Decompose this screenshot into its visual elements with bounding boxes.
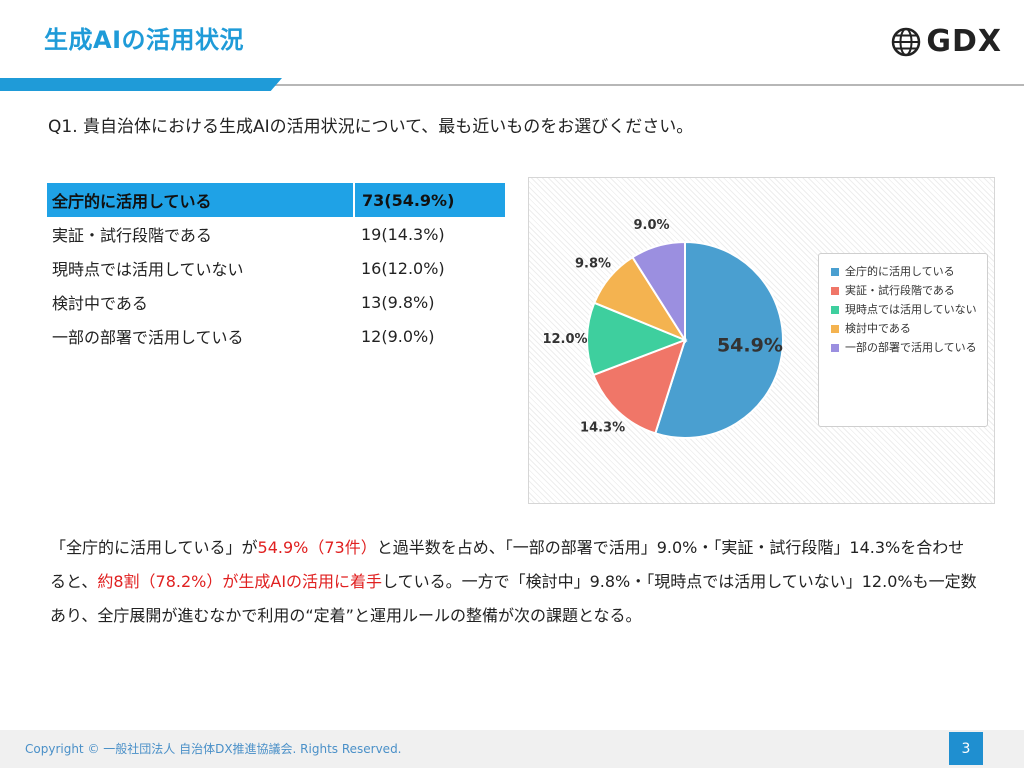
question-text: Q1. 貴自治体における生成AIの活用状況について、最も近いものをお選びください… (48, 117, 694, 137)
row-value: 12(9.0%) (361, 326, 435, 346)
legend-item: 実証・試行段階である (831, 283, 981, 298)
analysis-highlight: 54.9%（73件） (257, 538, 377, 557)
legend-label: 現時点では活用していない (845, 303, 977, 316)
analysis-highlight: 約8割（78.2%）が生成AIの活用に着手 (97, 572, 383, 591)
footer: Copyright © 一般社団法人 自治体DX推進協議会. Rights Re… (0, 730, 1024, 768)
pie-data-label: 12.0% (542, 332, 587, 347)
row-label: 検討中である (52, 294, 148, 313)
row-label: 一部の部署で活用している (52, 328, 244, 347)
legend-item: 全庁的に活用している (831, 264, 981, 279)
row-value: 73(54.9%) (354, 183, 505, 217)
pie-chart-panel: 54.9% 14.3% 12.0% 9.8% 9.0% 全庁的に活用している 実証・試行段… (528, 177, 995, 504)
summary-table: 全庁的に活用している 73(54.9%) 実証・試行段階である 19(14.3%… (47, 183, 505, 353)
header-accent-bar (0, 78, 282, 91)
pie-data-label: 54.9% (717, 335, 783, 357)
analysis-text: 「全庁的に活用している」が54.9%（73件）と過半数を占め、「一部の部署で活用… (50, 531, 980, 633)
logo-text: GDX (926, 24, 1002, 59)
legend-item: 一部の部署で活用している (831, 340, 981, 355)
table-row: 一部の部署で活用している 12(9.0%) (47, 319, 505, 353)
copyright-text: Copyright © 一般社団法人 自治体DX推進協議会. Rights Re… (25, 742, 402, 756)
legend-label: 実証・試行段階である (845, 284, 955, 297)
pie-data-label: 9.8% (575, 256, 611, 271)
legend-swatch (831, 268, 839, 276)
table-row: 全庁的に活用している 73(54.9%) (47, 183, 505, 217)
legend-item: 検討中である (831, 321, 981, 336)
legend-swatch (831, 344, 839, 352)
gdx-logo: GDX (890, 24, 1002, 59)
row-value: 13(9.8%) (361, 292, 435, 312)
table-row: 実証・試行段階である 19(14.3%) (47, 217, 505, 251)
globe-icon (892, 27, 921, 56)
row-value: 16(12.0%) (361, 258, 445, 278)
row-label: 現時点では活用していない (52, 260, 244, 279)
row-value: 19(14.3%) (361, 224, 445, 244)
row-label: 実証・試行段階である (52, 226, 212, 245)
legend-label: 検討中である (845, 322, 911, 335)
legend-label: 全庁的に活用している (845, 265, 955, 278)
legend-label: 一部の部署で活用している (845, 341, 977, 354)
row-label: 全庁的に活用している (47, 183, 355, 217)
analysis-part: 「全庁的に活用している」が (50, 538, 258, 557)
table-row: 検討中である 13(9.8%) (47, 285, 505, 319)
pie-data-label: 14.3% (580, 421, 625, 436)
legend-item: 現時点では活用していない (831, 302, 981, 317)
pie-data-label: 9.0% (633, 218, 669, 233)
legend-swatch (831, 287, 839, 295)
chart-legend: 全庁的に活用している 実証・試行段階である現時点では活用していない 検討中である一部… (818, 253, 988, 427)
legend-swatch (831, 306, 839, 314)
table-row: 現時点では活用していない 16(12.0%) (47, 251, 505, 285)
legend-swatch (831, 325, 839, 333)
page-number: 3 (949, 732, 983, 765)
page-title: 生成AIの活用状況 (44, 26, 245, 54)
